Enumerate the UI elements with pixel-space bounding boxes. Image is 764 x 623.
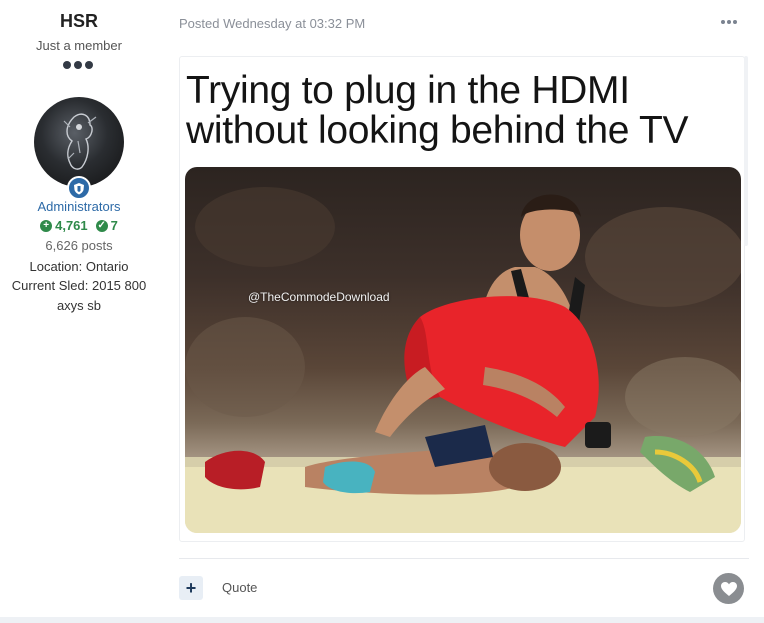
achievements-count: 7 [110,218,118,233]
scrollbar[interactable] [744,56,748,246]
check-circle-icon: ✓ [95,219,108,232]
meme-caption: Trying to plug in the HDMI without looki… [186,71,742,151]
author-sled: Current Sled: 2015 800 axys sb [11,278,147,313]
avatar[interactable] [34,97,124,187]
reputation-badge[interactable]: +4,761 [40,218,88,233]
meme-caption-line-1: Trying to plug in the HDMI [186,69,630,112]
ellipsis-icon[interactable] [719,16,739,28]
wrestling-photo: @TheCommodeDownload [185,167,741,533]
achievements-badge[interactable]: ✓ 7 [95,218,118,233]
post-date[interactable]: Posted Wednesday at 03:32 PM [179,16,365,31]
image-watermark: @TheCommodeDownload [248,290,390,304]
post-count: 6,626 posts [45,238,113,253]
quote-button[interactable]: Quote [222,580,257,595]
shield-icon [67,176,91,200]
author-location: Location: Ontario [29,259,129,274]
bottom-bar [0,617,764,623]
author-group[interactable]: Administrators [0,199,158,214]
heart-icon[interactable] [713,573,744,604]
author-member-title: Just a member [36,38,122,53]
author-name[interactable]: HSR [0,11,158,32]
meme-caption-line-2: without looking behind the TV [186,109,689,152]
footer-divider [179,558,749,559]
reputation-row: +4,761 ✓ 7 [0,218,158,233]
reputation-count: 4,761 [55,218,88,233]
post-image[interactable]: Trying to plug in the HDMI without looki… [179,56,745,542]
rank-indicator [63,61,93,69]
plus-circle-icon: + [40,219,53,232]
multiquote-button[interactable]: + [179,576,203,600]
